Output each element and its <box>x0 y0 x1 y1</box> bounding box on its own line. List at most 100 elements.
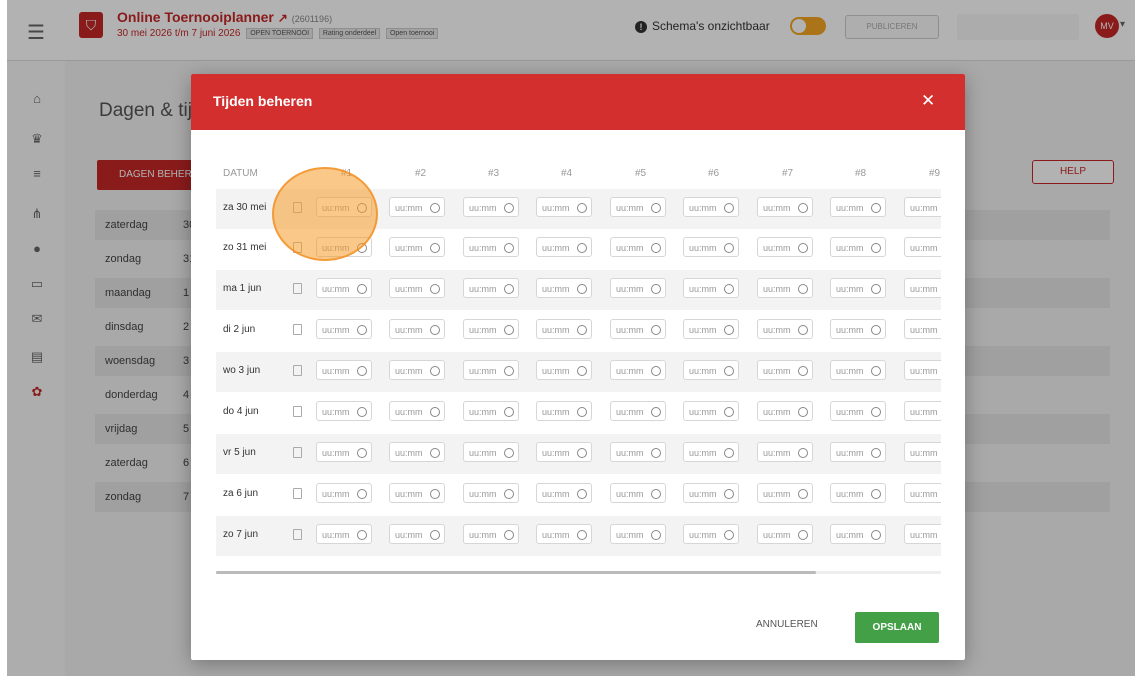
time-input[interactable]: uu:mm <box>610 197 666 217</box>
time-input[interactable]: uu:mm <box>830 483 886 503</box>
time-input[interactable]: uu:mm <box>610 401 666 421</box>
time-input[interactable]: uu:mm <box>904 483 941 503</box>
time-input[interactable]: uu:mm <box>683 442 739 462</box>
time-input[interactable]: uu:mm <box>463 360 519 380</box>
time-input[interactable]: uu:mm <box>463 197 519 217</box>
time-input[interactable]: uu:mm <box>316 360 372 380</box>
time-input[interactable]: uu:mm <box>536 319 592 339</box>
time-input[interactable]: uu:mm <box>389 197 445 217</box>
time-input[interactable]: uu:mm <box>536 278 592 298</box>
clock-icon <box>651 530 661 540</box>
time-input[interactable]: uu:mm <box>683 483 739 503</box>
time-placeholder: uu:mm <box>689 366 717 376</box>
time-input[interactable]: uu:mm <box>904 197 941 217</box>
time-placeholder: uu:mm <box>689 407 717 417</box>
time-input[interactable]: uu:mm <box>610 524 666 544</box>
time-input[interactable]: uu:mm <box>316 442 372 462</box>
time-input[interactable]: uu:mm <box>610 442 666 462</box>
save-button[interactable]: OPSLAAN <box>855 612 939 643</box>
time-input[interactable]: uu:mm <box>536 197 592 217</box>
time-input[interactable]: uu:mm <box>683 524 739 544</box>
time-input[interactable]: uu:mm <box>830 197 886 217</box>
time-input[interactable]: uu:mm <box>316 401 372 421</box>
time-input[interactable]: uu:mm <box>610 319 666 339</box>
time-input[interactable]: uu:mm <box>389 524 445 544</box>
time-input[interactable]: uu:mm <box>463 524 519 544</box>
time-input[interactable]: uu:mm <box>757 524 813 544</box>
time-input[interactable]: uu:mm <box>389 319 445 339</box>
horizontal-scrollbar[interactable] <box>216 571 941 574</box>
time-input[interactable]: uu:mm <box>904 442 941 462</box>
time-input[interactable]: uu:mm <box>389 278 445 298</box>
time-placeholder: uu:mm <box>616 448 644 458</box>
time-input[interactable]: uu:mm <box>757 237 813 257</box>
time-input[interactable]: uu:mm <box>463 319 519 339</box>
time-input[interactable]: uu:mm <box>683 401 739 421</box>
time-input[interactable]: uu:mm <box>316 483 372 503</box>
time-input[interactable]: uu:mm <box>757 319 813 339</box>
time-input[interactable]: uu:mm <box>463 401 519 421</box>
time-placeholder: uu:mm <box>689 243 717 253</box>
time-input[interactable]: uu:mm <box>830 319 886 339</box>
time-input[interactable]: uu:mm <box>757 401 813 421</box>
copy-icon[interactable] <box>293 365 302 376</box>
copy-icon[interactable] <box>293 529 302 540</box>
time-input[interactable]: uu:mm <box>389 237 445 257</box>
time-input[interactable]: uu:mm <box>316 524 372 544</box>
column-header: #9 <box>929 168 941 179</box>
time-input[interactable]: uu:mm <box>463 278 519 298</box>
time-input[interactable]: uu:mm <box>536 237 592 257</box>
scrollbar-thumb[interactable] <box>216 571 816 574</box>
time-input[interactable]: uu:mm <box>610 237 666 257</box>
close-icon[interactable]: ✕ <box>921 91 935 111</box>
time-input[interactable]: uu:mm <box>389 401 445 421</box>
copy-icon[interactable] <box>293 488 302 499</box>
time-input[interactable]: uu:mm <box>316 319 372 339</box>
time-input[interactable]: uu:mm <box>316 278 372 298</box>
time-placeholder: uu:mm <box>322 366 350 376</box>
cancel-button[interactable]: ANNULEREN <box>756 619 818 630</box>
copy-icon[interactable] <box>293 447 302 458</box>
time-input[interactable]: uu:mm <box>757 278 813 298</box>
time-input[interactable]: uu:mm <box>830 237 886 257</box>
time-input[interactable]: uu:mm <box>536 401 592 421</box>
copy-icon[interactable] <box>293 324 302 335</box>
row-date-label: wo 3 jun <box>223 365 261 376</box>
time-input[interactable]: uu:mm <box>904 401 941 421</box>
copy-icon[interactable] <box>293 283 302 294</box>
time-input[interactable]: uu:mm <box>830 442 886 462</box>
time-input[interactable]: uu:mm <box>463 442 519 462</box>
copy-icon[interactable] <box>293 406 302 417</box>
time-input[interactable]: uu:mm <box>610 483 666 503</box>
time-input[interactable]: uu:mm <box>536 442 592 462</box>
time-input[interactable]: uu:mm <box>683 360 739 380</box>
time-input[interactable]: uu:mm <box>463 237 519 257</box>
clock-icon <box>871 366 881 376</box>
time-input[interactable]: uu:mm <box>904 524 941 544</box>
time-input[interactable]: uu:mm <box>683 319 739 339</box>
time-input[interactable]: uu:mm <box>757 442 813 462</box>
time-input[interactable]: uu:mm <box>610 278 666 298</box>
time-input[interactable]: uu:mm <box>830 401 886 421</box>
time-input[interactable]: uu:mm <box>830 360 886 380</box>
time-input[interactable]: uu:mm <box>536 483 592 503</box>
time-input[interactable]: uu:mm <box>904 278 941 298</box>
time-input[interactable]: uu:mm <box>757 360 813 380</box>
time-input[interactable]: uu:mm <box>904 319 941 339</box>
time-input[interactable]: uu:mm <box>389 360 445 380</box>
time-input[interactable]: uu:mm <box>757 197 813 217</box>
time-input[interactable]: uu:mm <box>463 483 519 503</box>
time-input[interactable]: uu:mm <box>389 483 445 503</box>
time-input[interactable]: uu:mm <box>389 442 445 462</box>
time-input[interactable]: uu:mm <box>757 483 813 503</box>
time-input[interactable]: uu:mm <box>683 237 739 257</box>
time-input[interactable]: uu:mm <box>830 278 886 298</box>
time-input[interactable]: uu:mm <box>683 278 739 298</box>
time-input[interactable]: uu:mm <box>904 237 941 257</box>
time-input[interactable]: uu:mm <box>830 524 886 544</box>
time-input[interactable]: uu:mm <box>904 360 941 380</box>
time-input[interactable]: uu:mm <box>683 197 739 217</box>
time-input[interactable]: uu:mm <box>610 360 666 380</box>
time-input[interactable]: uu:mm <box>536 524 592 544</box>
time-input[interactable]: uu:mm <box>536 360 592 380</box>
